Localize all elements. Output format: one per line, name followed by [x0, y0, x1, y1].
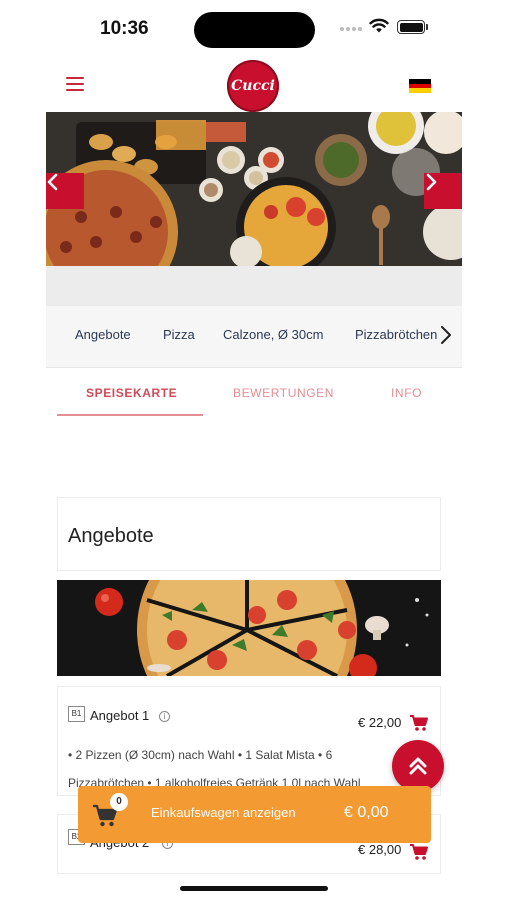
chevron-right-icon [426, 173, 437, 191]
item-code-badge: B1 [68, 706, 85, 722]
flag-stripe-gold [409, 88, 431, 93]
app-header: Cucci [46, 58, 462, 112]
section-header: Angebote [57, 497, 441, 571]
active-tab-indicator [57, 414, 203, 416]
chevron-right-icon[interactable] [439, 324, 453, 346]
battery-tip [426, 24, 428, 30]
hero-prev-button[interactable] [46, 173, 84, 209]
item-price: € 22,00 [358, 715, 402, 730]
cart-total: € 0,00 [344, 804, 389, 821]
section-banner-image [57, 580, 441, 676]
double-chevron-up-icon [409, 757, 427, 775]
hero-carousel[interactable] [46, 112, 462, 266]
cart-button-label: Einkaufswagen anzeigen [151, 805, 296, 820]
signal-icon [340, 27, 364, 33]
add-to-cart-icon[interactable] [409, 714, 429, 732]
category-item-pizza[interactable]: Pizza [163, 327, 195, 342]
restaurant-logo[interactable]: Cucci [227, 60, 279, 112]
section-title: Angebote [68, 525, 154, 547]
item-name: Angebot 1 [90, 708, 150, 723]
item-description-line: • 2 Pizzen (Ø 30cm) nach Wahl • 1 Salat … [68, 748, 333, 762]
pizza-image [57, 580, 441, 676]
battery-icon [397, 20, 425, 34]
item-price: € 28,00 [358, 842, 402, 857]
status-time: 10:36 [100, 18, 149, 39]
category-item-pizzabroetchen[interactable]: Pizzabrötchen [355, 327, 437, 342]
cart-count-badge: 0 [110, 793, 128, 811]
home-indicator [180, 886, 328, 891]
category-item-calzone[interactable]: Calzone, Ø 30cm [223, 327, 323, 342]
hero-next-button[interactable] [424, 173, 462, 209]
hamburger-menu-icon[interactable] [66, 77, 84, 91]
info-icon[interactable]: i [159, 711, 170, 722]
category-nav: Angebote Pizza Calzone, Ø 30cm Pizzabröt… [46, 306, 462, 368]
chevron-left-icon [47, 173, 58, 191]
logo-text: Cucci [231, 78, 275, 94]
hero-food-image [46, 112, 462, 266]
dynamic-island [194, 12, 315, 48]
menu-item-card[interactable]: B1 Angebot 1 i € 22,00 • 2 Pizzen (Ø 30c… [57, 686, 441, 796]
hero-caption-band [46, 266, 462, 306]
add-to-cart-icon[interactable] [409, 843, 429, 861]
wifi-icon [369, 18, 389, 33]
tab-speisekarte[interactable]: SPEISEKARTE [86, 386, 177, 400]
category-item-angebote[interactable]: Angebote [75, 327, 131, 342]
scroll-to-top-button[interactable] [392, 740, 444, 792]
tab-info[interactable]: INFO [391, 386, 422, 400]
german-flag-icon[interactable] [409, 79, 431, 93]
status-bar: 10:36 [0, 0, 507, 58]
view-cart-button[interactable]: 0 Einkaufswagen anzeigen € 0,00 [78, 786, 431, 843]
tab-bewertungen[interactable]: BEWERTUNGEN [233, 386, 334, 400]
